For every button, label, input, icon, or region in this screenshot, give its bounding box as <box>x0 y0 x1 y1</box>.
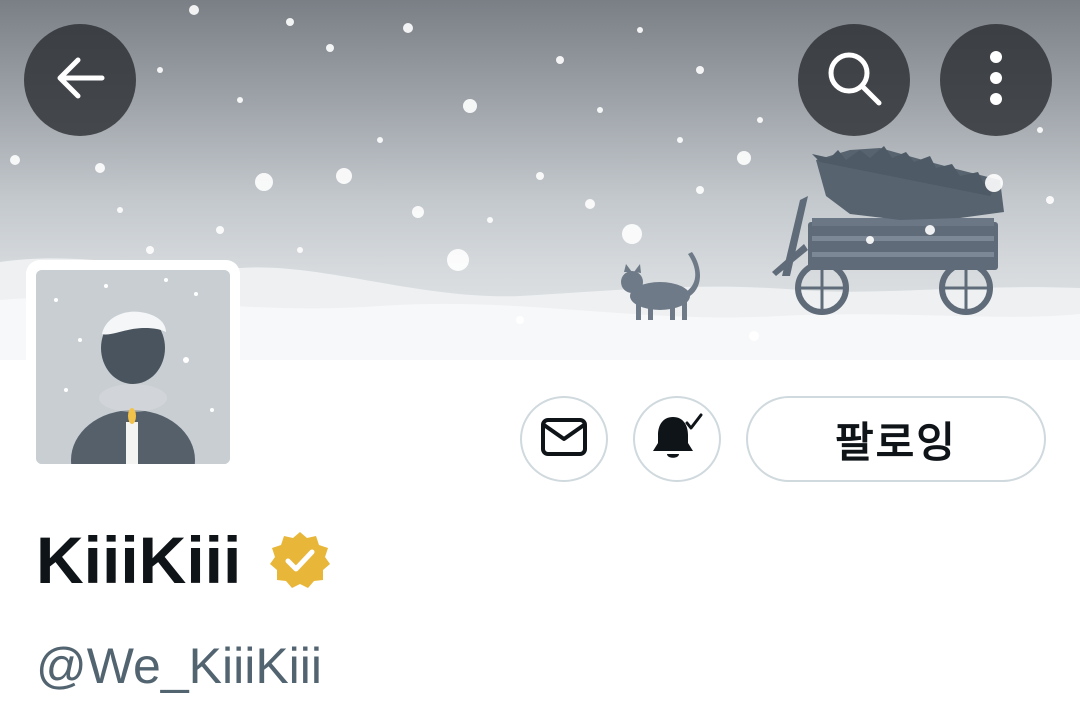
search-icon <box>825 49 883 112</box>
more-vertical-icon <box>989 50 1003 111</box>
envelope-icon <box>540 417 588 462</box>
back-button[interactable] <box>24 24 136 136</box>
notifications-button[interactable] <box>633 396 721 482</box>
arrow-left-icon <box>54 56 106 105</box>
user-handle: @We_KiiiKiii <box>36 638 323 694</box>
more-options-button[interactable] <box>940 24 1052 136</box>
bell-check-icon <box>649 411 705 468</box>
avatar-image <box>36 270 230 464</box>
verified-badge-icon[interactable] <box>270 530 330 595</box>
profile-avatar[interactable] <box>26 260 240 474</box>
message-button[interactable] <box>520 396 608 482</box>
following-button[interactable]: 팔로잉 <box>746 396 1046 482</box>
search-button[interactable] <box>798 24 910 136</box>
display-name: KiiiKiii <box>36 523 242 597</box>
